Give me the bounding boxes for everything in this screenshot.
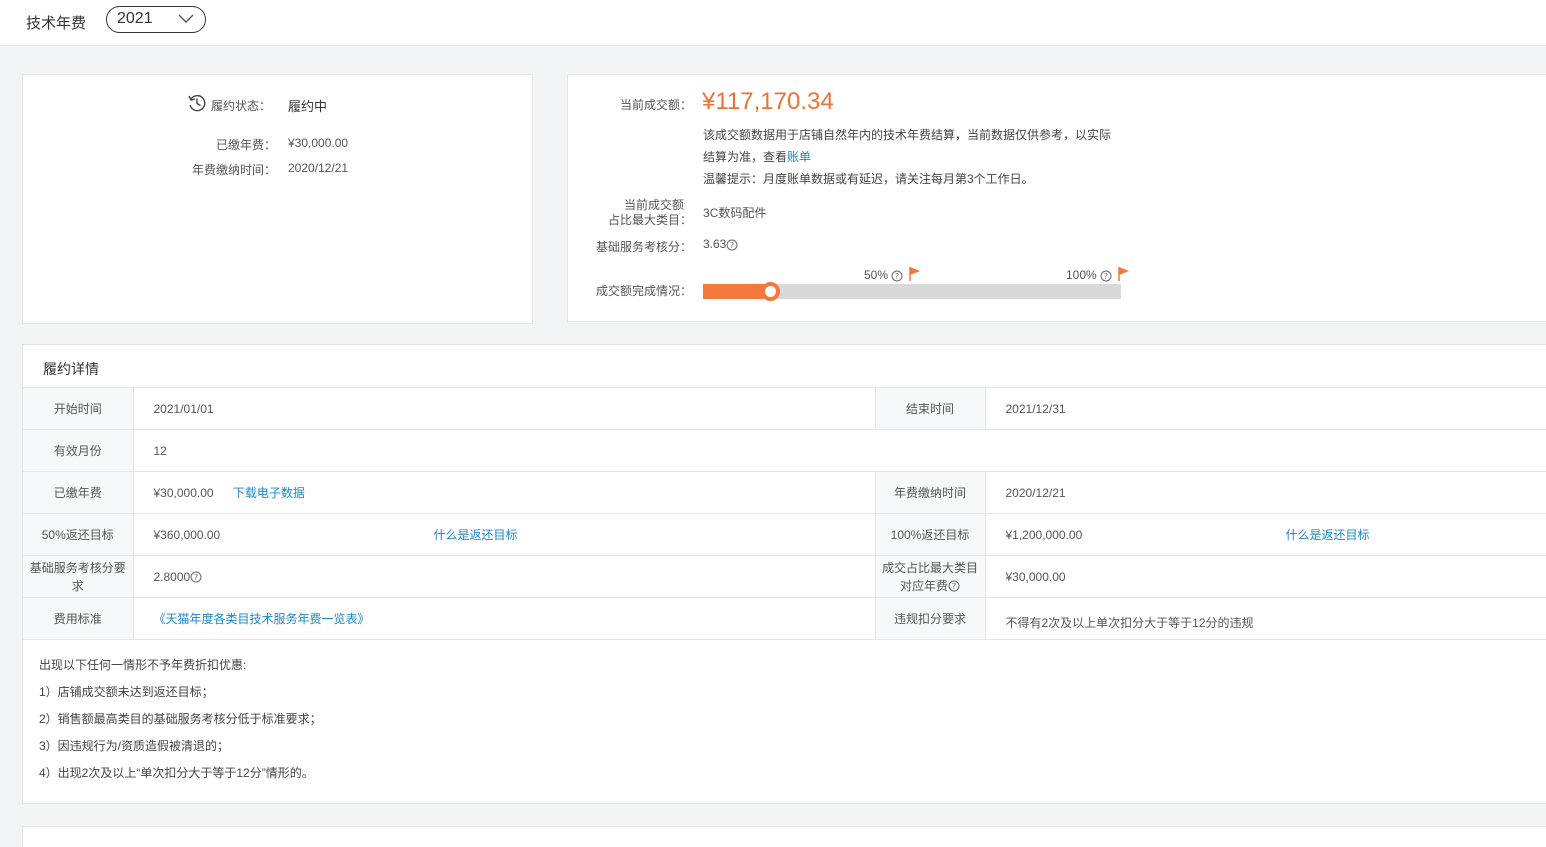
svg-text:?: ? <box>194 573 198 582</box>
category-fee-value: ¥30,000.00 <box>984 555 1546 598</box>
category-fee-label: 成交占比最大类目 对应年费? <box>874 555 985 598</box>
pay-time-label: 年费缴纳时间 <box>874 471 985 514</box>
table-row: 已缴年费 ¥30,000.00 下载电子数据 年费缴纳时间 2020/12/21 <box>23 471 1546 514</box>
score-req-cell: 2.8000? <box>132 555 875 598</box>
top-bar: 技术年费 2021 <box>0 0 1546 46</box>
paid-fee-label: 已缴年费 <box>23 471 133 514</box>
pay-time-label: 年费缴纳时间： <box>191 163 276 177</box>
target-50-label: 50%返还目标 <box>23 513 133 556</box>
detail-panel: 履约详情 开始时间 2021/01/01 结束时间 2021/12/31 有效月… <box>22 344 1546 804</box>
progress-knob <box>761 282 780 301</box>
end-time-label: 结束时间 <box>874 387 985 430</box>
page-title: 技术年费 <box>26 15 87 32</box>
fee-standard-link[interactable]: 《天猫年度各类目技术服务年费一览表》 <box>154 612 370 626</box>
rule-item: 3）因违规行为/资质造假被清退的； <box>39 739 230 753</box>
help-icon[interactable]: ? <box>948 580 960 592</box>
svg-text:?: ? <box>1104 272 1108 281</box>
status-value: 履约中 <box>288 99 328 114</box>
help-icon[interactable]: ? <box>1100 270 1112 282</box>
score-label: 基础服务考核分： <box>595 240 692 254</box>
current-amount: ¥117,170.34 <box>702 88 834 115</box>
target-100-value: ¥1,200,000.00 <box>1005 528 1083 542</box>
violation-label: 违规扣分要求 <box>874 597 985 640</box>
score-req-label: 基础服务考核分要 求 <box>23 555 133 598</box>
end-time-value: 2021/12/31 <box>984 387 1546 430</box>
marker-100-label: 100% <box>1066 268 1097 282</box>
table-row: 有效月份 12 <box>23 429 1546 472</box>
score-value: 3.63 <box>703 237 727 251</box>
marker-50: 50% ? <box>864 268 903 282</box>
violation-cell: 不得有2次及以上单次扣分大于等于12分的违规 <box>984 597 1546 640</box>
table-row: 基础服务考核分要 求 2.8000? 成交占比最大类目 对应年费? ¥30,00… <box>23 555 1546 598</box>
progress-track <box>703 282 1121 301</box>
year-select-value: 2021 <box>117 10 153 27</box>
chevron-down-icon <box>178 14 194 23</box>
history-icon <box>188 94 206 112</box>
svg-text:?: ? <box>895 272 899 281</box>
detail-title: 履约详情 <box>43 361 99 377</box>
bottom-panel <box>22 826 1546 847</box>
help-icon[interactable]: ? <box>190 571 202 583</box>
year-select[interactable]: 2021 <box>106 6 206 33</box>
start-time-label: 开始时间 <box>23 387 133 430</box>
score-req-value: 2.8000 <box>153 569 191 584</box>
marker-100: 100% ? <box>1066 268 1112 282</box>
fee-standard-cell: 《天猫年度各类目技术服务年费一览表》 <box>132 597 875 640</box>
rules-list: 出现以下任何一情形不予年费折扣优惠: 1）店铺成交额未达到返还目标； 2）销售额… <box>39 658 322 793</box>
rule-item: 2）销售额最高类目的基础服务考核分低于标准要求； <box>39 712 322 726</box>
paid-fee-value: ¥30,000.00 <box>288 136 349 150</box>
flag-icon <box>909 267 920 281</box>
paid-fee-label: 已缴年费： <box>215 138 276 152</box>
help-icon[interactable]: ? <box>891 270 903 282</box>
bill-link[interactable]: 账单 <box>787 150 811 164</box>
flag-icon <box>1118 267 1129 281</box>
start-time-value: 2021/01/01 <box>132 387 875 430</box>
progress-fill <box>703 284 770 299</box>
what-is-target-link[interactable]: 什么是返还目标 <box>434 528 518 542</box>
score-req-label-line2: 求 <box>71 578 84 593</box>
target-50-cell: ¥360,000.00 什么是返还目标 <box>132 513 875 556</box>
svg-text:?: ? <box>730 241 734 250</box>
amount-note-text: 结算为准，查看 <box>703 150 788 164</box>
amount-note-line2: 结算为准，查看账单 <box>703 148 811 165</box>
violation-value: 不得有2次及以上单次扣分大于等于12分的违规 <box>1005 615 1254 630</box>
target-100-label: 100%返还目标 <box>874 513 985 556</box>
svg-text:?: ? <box>952 582 956 591</box>
table-row: 费用标准 《天猫年度各类目技术服务年费一览表》 违规扣分要求 不得有2次及以上单… <box>23 597 1546 640</box>
fee-standard-label: 费用标准 <box>23 597 133 640</box>
tip-text: 温馨提示：月度账单数据或有延迟，请关注每月第3个工作日。 <box>703 172 1034 186</box>
paid-fee-value: ¥30,000.00 <box>153 486 214 500</box>
target-50-value: ¥360,000.00 <box>153 528 221 542</box>
category-fee-label-line2: 对应年费 <box>899 578 948 593</box>
months-label: 有效月份 <box>23 429 133 472</box>
progress-label: 成交额完成情况： <box>595 284 692 298</box>
target-100-cell: ¥1,200,000.00 什么是返还目标 <box>984 513 1546 556</box>
amount-label: 当前成交额： <box>619 98 692 112</box>
category-label-line2: 占比最大类目： <box>607 213 692 227</box>
what-is-target-link[interactable]: 什么是返还目标 <box>1286 528 1370 542</box>
marker-50-label: 50% <box>864 268 889 282</box>
detail-table: 开始时间 2021/01/01 结束时间 2021/12/31 有效月份 12 … <box>23 387 1546 640</box>
rules-intro: 出现以下任何一情形不予年费折扣优惠: <box>39 658 247 672</box>
score-req-label-line1: 基础服务考核分要 <box>29 560 126 575</box>
help-icon[interactable]: ? <box>726 239 738 251</box>
table-row: 50%返还目标 ¥360,000.00 什么是返还目标 100%返还目标 ¥1,2… <box>23 513 1546 556</box>
status-label: 履约状态： <box>211 99 272 113</box>
score-value-wrap: 3.63? <box>703 237 738 251</box>
pay-time-value: 2020/12/21 <box>984 471 1546 514</box>
category-value: 3C数码配件 <box>703 206 767 220</box>
months-value: 12 <box>132 429 1546 472</box>
pay-time-value: 2020/12/21 <box>288 161 349 175</box>
rule-item: 4）出现2次及以上“单次扣分大于等于12分”情形的。 <box>39 766 314 780</box>
download-data-link[interactable]: 下载电子数据 <box>233 486 305 500</box>
rule-item: 1）店铺成交额未达到返还目标； <box>39 685 214 699</box>
paid-fee-cell: ¥30,000.00 下载电子数据 <box>132 471 875 514</box>
table-row: 开始时间 2021/01/01 结束时间 2021/12/31 <box>23 387 1546 430</box>
category-fee-label-line1: 成交占比最大类目 <box>881 560 978 575</box>
amount-note-line1: 该成交额数据用于店铺自然年内的技术年费结算，当前数据仅供参考，以实际 <box>703 128 1112 142</box>
